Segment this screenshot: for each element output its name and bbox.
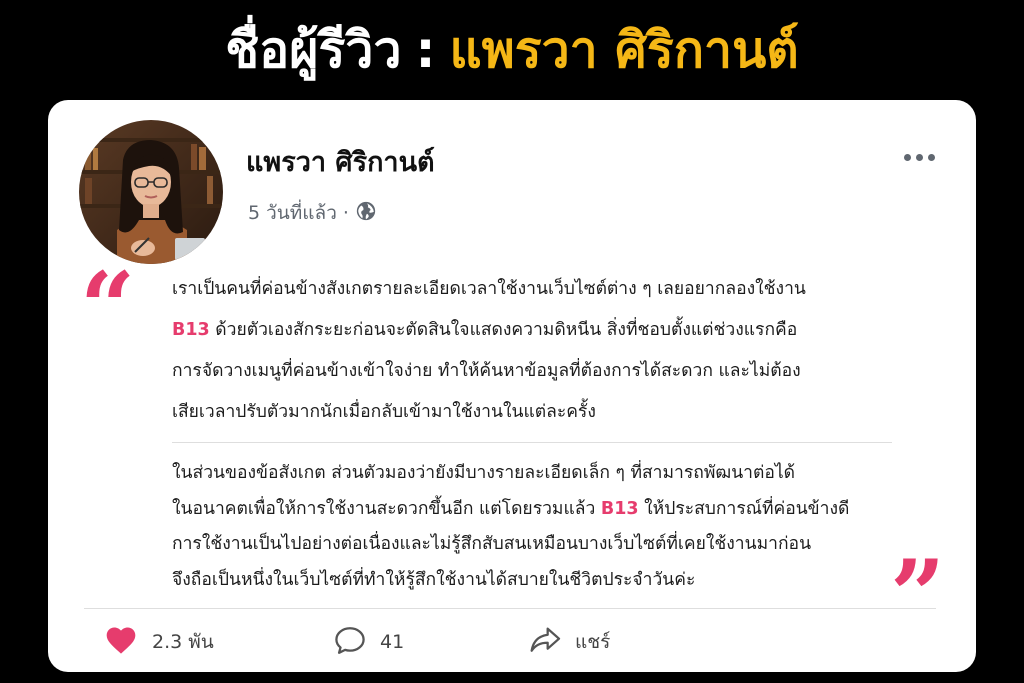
avatar[interactable] bbox=[79, 120, 223, 264]
divider bbox=[172, 442, 892, 443]
more-dot bbox=[916, 154, 923, 161]
brand-link[interactable]: B13 bbox=[601, 499, 639, 519]
post-actions-bar: 2.3 พัน 41 แชร์ bbox=[104, 620, 610, 664]
share-button[interactable]: แชร์ bbox=[529, 626, 610, 659]
close-quote-icon: ” bbox=[890, 539, 946, 652]
paragraph-line: B13 ด้วยตัวเองสักระยะก่อนจะตัดสินใจแสดงค… bbox=[172, 310, 912, 351]
comment-count: 41 bbox=[380, 631, 405, 653]
post-time: 5 วันที่แล้ว · bbox=[248, 202, 349, 224]
share-arrow-icon bbox=[529, 626, 561, 659]
review-card: แพรวา ศิริกานต์ 5 วันที่แล้ว · “ เราเป็น… bbox=[48, 100, 976, 672]
divider bbox=[84, 608, 936, 609]
more-dot bbox=[904, 154, 911, 161]
more-dot bbox=[928, 154, 935, 161]
paragraph-line: จึงถือเป็นหนึ่งในเว็บไซต์ที่ทำให้รู้สึกใ… bbox=[172, 569, 696, 590]
brand-link[interactable]: B13 bbox=[172, 320, 210, 340]
paragraph-text: ด้วยตัวเองสักระยะก่อนจะตัดสินใจแสดงความด… bbox=[209, 320, 798, 340]
paragraph-line: การใช้งานเป็นไปอย่างต่อเนื่องและไม่รู้สึ… bbox=[172, 534, 812, 554]
comment-button[interactable]: 41 bbox=[334, 625, 529, 660]
page-headline: ชื่อผู้รีวิว: แพรวา ศิริกานต์ bbox=[0, 12, 1024, 88]
paragraph-line: เราเป็นคนที่ค่อนข้างสังเกตรายละเอียดเวลา… bbox=[172, 279, 806, 299]
paragraph-line: เสียเวลาปรับตัวมากนักเมื่อกลับเข้ามาใช้ง… bbox=[172, 402, 596, 422]
post-author-name[interactable]: แพรวา ศิริกานต์ bbox=[246, 140, 435, 183]
headline-separator: : bbox=[415, 21, 436, 79]
globe-icon bbox=[355, 200, 377, 227]
paragraph-text: ในอนาคตเพื่อให้การใช้งานสะดวกขึ้นอีก แต่… bbox=[172, 498, 601, 519]
post-meta: 5 วันที่แล้ว · bbox=[248, 198, 377, 228]
review-paragraph-1: เราเป็นคนที่ค่อนข้างสังเกตรายละเอียดเวลา… bbox=[172, 269, 912, 433]
paragraph-line: ในอนาคตเพื่อให้การใช้งานสะดวกขึ้นอีก แต่… bbox=[172, 492, 912, 528]
like-button[interactable]: 2.3 พัน bbox=[104, 625, 334, 660]
open-quote-icon: “ bbox=[80, 251, 136, 364]
paragraph-line: ในส่วนของข้อสังเกต ส่วนตัวมองว่ายังมีบาง… bbox=[172, 463, 796, 483]
comment-bubble-icon bbox=[334, 625, 366, 660]
share-label: แชร์ bbox=[575, 631, 611, 653]
headline-label: ชื่อผู้รีวิว bbox=[225, 21, 402, 79]
like-count: 2.3 พัน bbox=[152, 631, 214, 653]
paragraph-line: การจัดวางเมนูที่ค่อนข้างเข้าใจง่าย ทำให้… bbox=[172, 361, 801, 381]
headline-reviewer-name: แพรวา ศิริกานต์ bbox=[449, 21, 799, 79]
more-dots-icon[interactable] bbox=[900, 150, 939, 165]
paragraph-text: ให้ประสบการณ์ที่ค่อนข้างดี bbox=[638, 498, 850, 519]
review-paragraph-2: ในส่วนของข้อสังเกต ส่วนตัวมองว่ายังมีบาง… bbox=[172, 456, 912, 598]
heart-icon bbox=[104, 625, 138, 660]
